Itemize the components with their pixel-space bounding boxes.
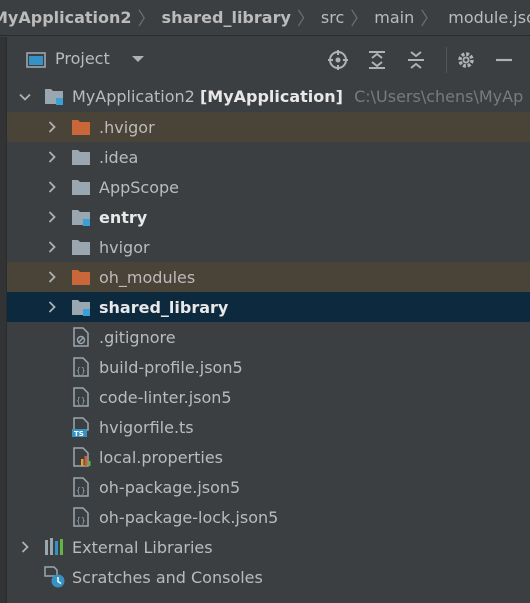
tree-item-gitignore[interactable]: .gitignore <box>7 322 530 352</box>
chevron-right-icon[interactable] <box>19 541 31 553</box>
breadcrumb: MyApplication2 〉 shared_library 〉 src 〉 … <box>0 0 530 36</box>
tool-window-gutter <box>0 37 7 603</box>
chevron-down-icon[interactable] <box>131 54 145 64</box>
tree-item-hvigor-dir[interactable]: .hvigor <box>7 112 530 142</box>
tree-item-code-linter[interactable]: {} code-linter.json5 <box>7 382 530 412</box>
json-file-icon: {} <box>73 507 89 527</box>
tree-item-label: code-linter.json5 <box>99 388 232 407</box>
project-path: C:\Users\chens\MyAp <box>354 87 524 106</box>
svg-text:{}: {} <box>76 516 86 525</box>
excluded-folder-icon <box>72 120 90 135</box>
project-name: MyApplication2 <box>72 87 195 106</box>
tree-item-label: .hvigor <box>99 118 155 137</box>
breadcrumb-item-module[interactable]: shared_library <box>162 8 291 27</box>
breadcrumb-item-file[interactable]: module.json5 <box>448 8 530 27</box>
chevron-right-icon[interactable] <box>46 241 58 253</box>
project-module-tag: [MyApplication] <box>199 87 343 106</box>
breadcrumb-separator: 〉 <box>137 8 156 30</box>
chevron-right-icon[interactable] <box>46 181 58 193</box>
chevron-right-icon[interactable] <box>46 301 58 313</box>
tree-item-label: Scratches and Consoles <box>72 568 263 587</box>
tree-item-scratches[interactable]: Scratches and Consoles <box>7 562 530 592</box>
gear-icon[interactable] <box>455 49 477 71</box>
tree-item-hvigorfile[interactable]: TS hvigorfile.ts <box>7 412 530 442</box>
locate-icon[interactable] <box>327 49 349 71</box>
toolbar-divider <box>446 47 447 73</box>
tree-item-label: oh-package-lock.json5 <box>99 508 279 527</box>
chevron-right-icon[interactable] <box>46 121 58 133</box>
svg-text:{}: {} <box>76 396 86 405</box>
tree-item-label: shared_library <box>99 298 229 317</box>
typescript-file-icon: TS <box>72 417 89 437</box>
json-file-icon: {} <box>73 387 89 407</box>
tree-item-external-libraries[interactable]: External Libraries <box>7 532 530 562</box>
tree-item-label: entry <box>99 208 148 227</box>
tree-item-oh-modules[interactable]: oh_modules <box>7 262 530 292</box>
tree-item-label: hvigor <box>99 238 150 257</box>
library-icon <box>45 538 63 555</box>
scratches-icon <box>44 566 65 588</box>
project-toolbar: Project <box>7 37 530 81</box>
breadcrumb-item-main[interactable]: main <box>374 8 414 27</box>
folder-icon <box>72 240 90 255</box>
svg-text:{}: {} <box>76 486 86 495</box>
properties-file-icon <box>73 447 91 467</box>
svg-text:{}: {} <box>76 366 86 375</box>
svg-text:TS: TS <box>74 430 84 437</box>
tree-root-row[interactable]: MyApplication2 [MyApplication] C:\Users\… <box>7 82 530 112</box>
ignore-file-icon <box>73 327 89 347</box>
json-file-icon: {} <box>73 477 89 497</box>
tree-item-label: .idea <box>99 148 139 167</box>
tree-item-build-profile[interactable]: {} build-profile.json5 <box>7 352 530 382</box>
module-folder-icon <box>72 300 90 316</box>
breadcrumb-separator: 〉 <box>296 8 315 30</box>
expand-all-icon[interactable] <box>366 49 388 71</box>
chevron-right-icon[interactable] <box>46 151 58 163</box>
chevron-right-icon[interactable] <box>46 271 58 283</box>
tree-item-appscope[interactable]: AppScope <box>7 172 530 202</box>
excluded-folder-icon <box>72 270 90 285</box>
chevron-right-icon[interactable] <box>46 211 58 223</box>
project-view-icon <box>26 52 46 68</box>
project-view-title[interactable]: Project <box>55 49 110 68</box>
json-file-icon: {} <box>73 357 89 377</box>
tree-item-idea[interactable]: .idea <box>7 142 530 172</box>
tree-item-label: local.properties <box>99 448 224 467</box>
tree-item-label: .gitignore <box>99 328 176 347</box>
tree-item-entry[interactable]: entry <box>7 202 530 232</box>
tree-item-label: AppScope <box>99 178 179 197</box>
breadcrumb-item-project[interactable]: MyApplication2 <box>0 8 132 27</box>
breadcrumb-separator: 〉 <box>420 8 439 30</box>
minimize-icon[interactable] <box>493 49 515 71</box>
module-folder-icon <box>72 210 90 226</box>
folder-icon <box>72 150 90 165</box>
folder-icon <box>72 180 90 195</box>
module-folder-icon <box>45 89 63 105</box>
tree-item-oh-package-lock[interactable]: {} oh-package-lock.json5 <box>7 502 530 532</box>
tree-item-shared-library[interactable]: shared_library <box>7 292 530 322</box>
tree-item-label: build-profile.json5 <box>99 358 243 377</box>
breadcrumb-item-src[interactable]: src <box>321 8 344 27</box>
breadcrumb-separator: 〉 <box>350 8 369 30</box>
tree-item-hvigor[interactable]: hvigor <box>7 232 530 262</box>
tree-root-label: MyApplication2 [MyApplication] C:\Users\… <box>72 87 523 106</box>
tree-item-label: hvigorfile.ts <box>99 418 194 437</box>
tree-item-label: oh_modules <box>99 268 196 287</box>
tree-item-local-properties[interactable]: local.properties <box>7 442 530 472</box>
tree-item-label: External Libraries <box>72 538 213 557</box>
tree-item-label: oh-package.json5 <box>99 478 241 497</box>
tree-item-oh-package[interactable]: {} oh-package.json5 <box>7 472 530 502</box>
collapse-all-icon[interactable] <box>405 49 427 71</box>
chevron-down-icon[interactable] <box>19 91 31 103</box>
